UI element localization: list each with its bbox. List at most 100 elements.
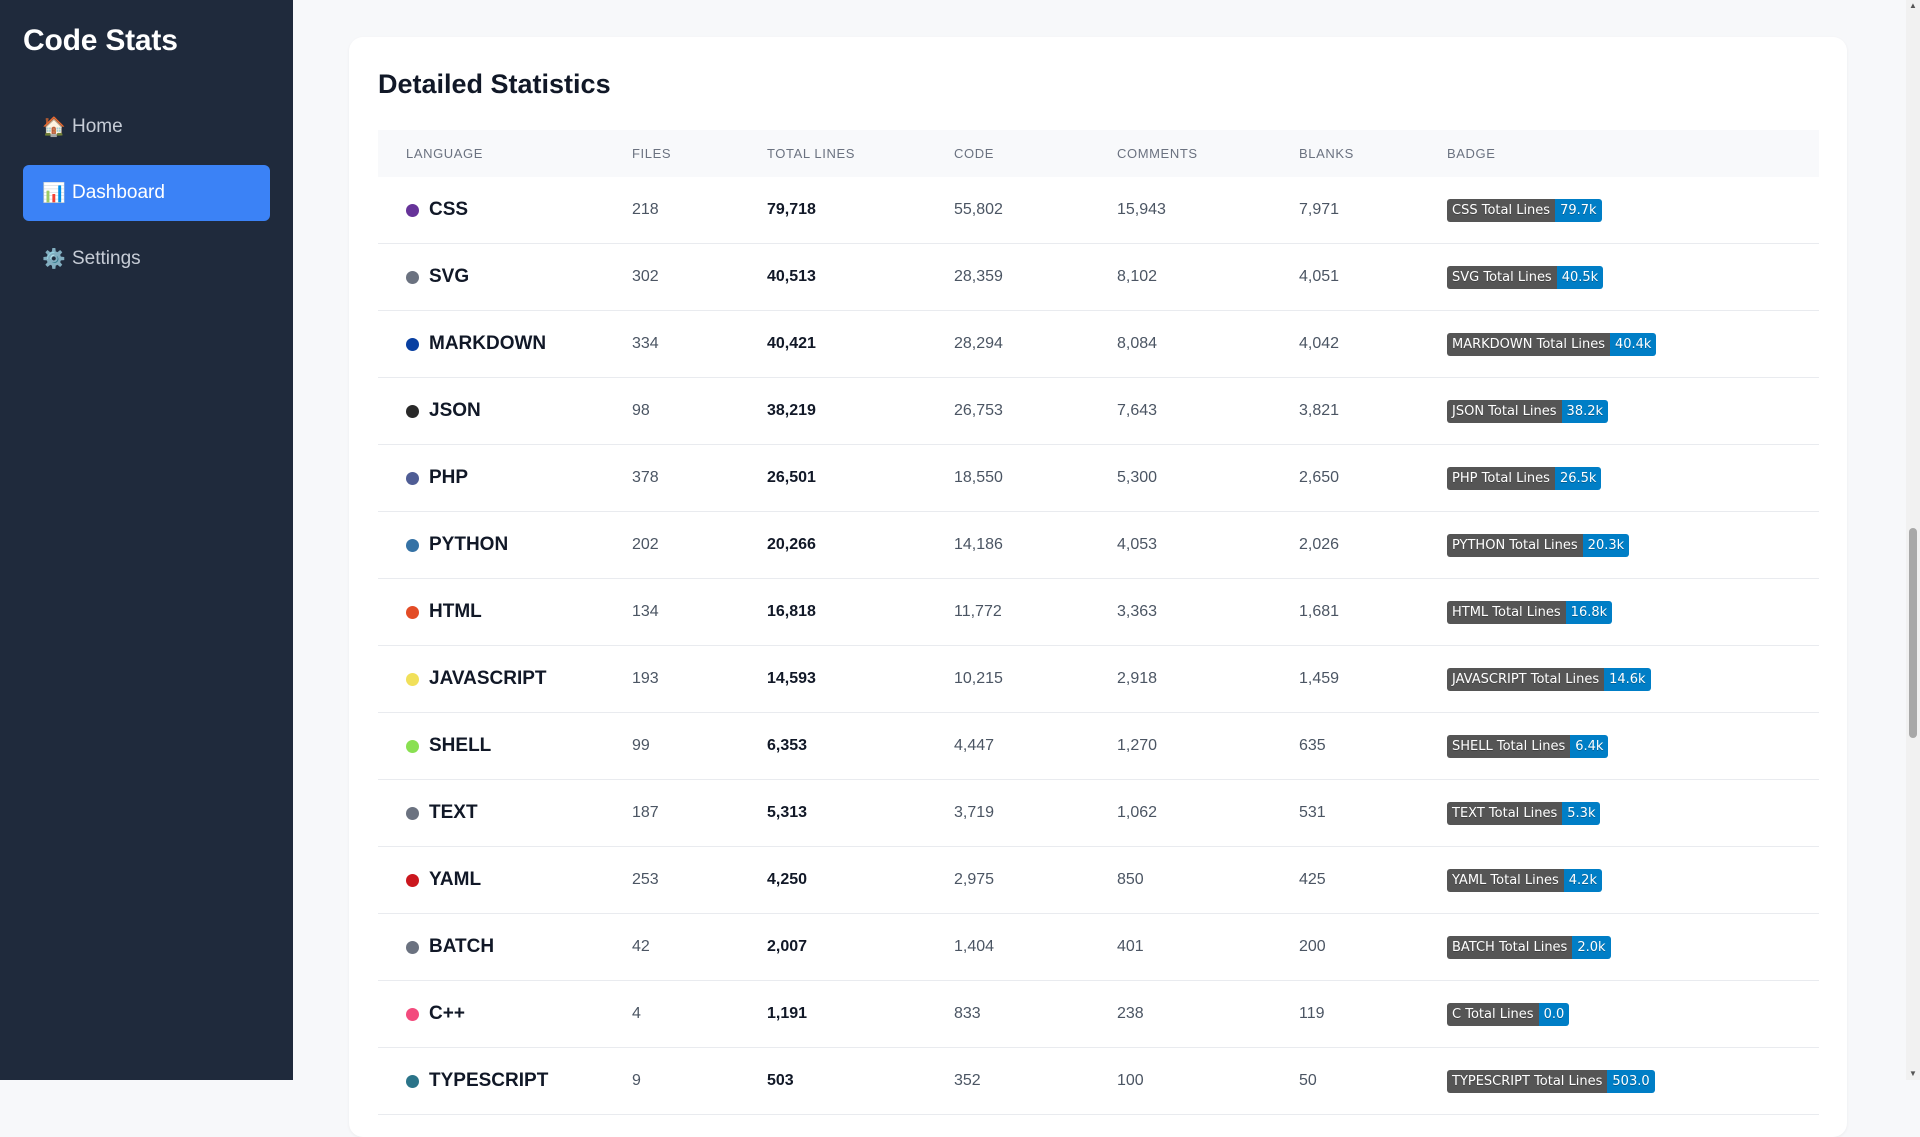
- table-row: JSON 98 38,219 26,753 7,643 3,821 JSON Total L…: [378, 378, 1819, 445]
- blanks-cell: 1,459: [1299, 670, 1340, 687]
- total-lines-badge: C Total Lines 0.0: [1447, 1002, 1570, 1026]
- badge-label: C Total Lines: [1447, 1002, 1539, 1026]
- code-cell: 26,753: [954, 402, 1003, 419]
- badge-value: 38.2k: [1561, 399, 1609, 423]
- code-cell: 28,294: [954, 335, 1003, 352]
- scrollbar-thumb[interactable]: [1909, 528, 1917, 738]
- comments-cell: 4,053: [1117, 536, 1158, 553]
- language-color-dot: [406, 672, 419, 686]
- total-lines-cell: 40,513: [767, 268, 816, 285]
- total-lines-cell: 16,818: [767, 603, 816, 620]
- badge-cell: HTML Total Lines 16.8k: [1447, 600, 1819, 624]
- badge-cell: JAVASCRIPT Total Lines 14.6k: [1447, 667, 1819, 691]
- badge-value: 2.0k: [1572, 935, 1611, 959]
- badge-label: SVG Total Lines: [1447, 265, 1557, 289]
- gear-icon: ⚙️: [42, 249, 66, 270]
- files-cell: 42: [632, 938, 650, 955]
- table-row: PHP 378 26,501 18,550 5,300 2,650 PHP Total Li…: [378, 445, 1819, 512]
- badge-cell: CSS Total Lines 79.7k: [1447, 198, 1819, 222]
- badge-label: BATCH Total Lines: [1447, 935, 1573, 959]
- blanks-cell: 635: [1299, 737, 1326, 754]
- files-cell: 193: [632, 670, 659, 687]
- table-header: LANGUAGE FILES TOTAL LINES CODE COMMENTS…: [378, 130, 1819, 177]
- language-name: MARKDOWN: [429, 333, 547, 354]
- badge-value: 40.4k: [1609, 332, 1657, 356]
- table-row: YAML 253 4,250 2,975 850 425 YAML Total Lines 4…: [378, 847, 1819, 914]
- table-row: TYPESCRIPT 9 503 352 100 50 TYPESCRIPT Total L…: [378, 1048, 1819, 1115]
- table-row: MARKDOWN 334 40,421 28,294 8,084 4,042 MARKDOW…: [378, 311, 1819, 378]
- total-lines-cell: 20,266: [767, 536, 816, 553]
- comments-cell: 8,102: [1117, 268, 1158, 285]
- language-name: PYTHON: [429, 534, 509, 555]
- badge-label: PYTHON Total Lines: [1447, 533, 1583, 557]
- scroll-down-arrow-icon[interactable]: ▼: [1909, 1070, 1917, 1078]
- files-cell: 302: [632, 268, 659, 285]
- sidebar-nav: 🏠 Home 📊 Dashboard ⚙️ Settings: [23, 99, 270, 297]
- column-header-comments: COMMENTS: [1117, 146, 1198, 161]
- badge-cell: PHP Total Lines 26.5k: [1447, 466, 1819, 490]
- vertical-scrollbar[interactable]: ▲ ▼: [1906, 0, 1920, 1080]
- code-cell: 11,772: [954, 603, 1002, 620]
- badge-value: 40.5k: [1556, 265, 1604, 289]
- statistics-card: Detailed Statistics LANGUAGE FILES TOTAL…: [349, 37, 1847, 1137]
- total-lines-cell: 40,421: [767, 335, 816, 352]
- bar-chart-icon: 📊: [42, 183, 66, 204]
- files-cell: 4: [632, 1005, 641, 1022]
- total-lines-badge: PHP Total Lines 26.5k: [1447, 466, 1602, 490]
- comments-cell: 7,643: [1117, 402, 1158, 419]
- language-cell: SVG: [378, 266, 632, 288]
- comments-cell: 8,084: [1117, 335, 1158, 352]
- language-name: CSS: [429, 199, 469, 220]
- language-cell: C++: [378, 1003, 632, 1025]
- table-row: BATCH 42 2,007 1,404 401 200 BATCH Total Lines…: [378, 914, 1819, 981]
- sidebar-item-settings[interactable]: ⚙️ Settings: [23, 231, 270, 287]
- badge-value: 6.4k: [1570, 734, 1609, 758]
- scroll-up-arrow-icon[interactable]: ▲: [1909, 2, 1917, 10]
- table-row: PYTHON 202 20,266 14,186 4,053 2,026 PYTHON To…: [378, 512, 1819, 579]
- comments-cell: 15,943: [1117, 201, 1166, 218]
- sidebar-item-dashboard[interactable]: 📊 Dashboard: [23, 165, 270, 221]
- statistics-table: LANGUAGE FILES TOTAL LINES CODE COMMENTS…: [378, 130, 1819, 1115]
- blanks-cell: 2,026: [1299, 536, 1340, 553]
- badge-cell: TYPESCRIPT Total Lines 503.0: [1447, 1069, 1819, 1093]
- files-cell: 98: [632, 402, 650, 419]
- language-color-dot: [406, 203, 419, 217]
- total-lines-cell: 26,501: [767, 469, 816, 486]
- files-cell: 99: [632, 737, 650, 754]
- badge-label: PHP Total Lines: [1447, 466, 1555, 490]
- total-lines-badge: YAML Total Lines 4.2k: [1447, 868, 1602, 892]
- language-cell: TEXT: [378, 802, 632, 824]
- badge-label: JSON Total Lines: [1447, 399, 1562, 423]
- language-color-dot: [406, 1074, 419, 1088]
- blanks-cell: 4,042: [1299, 335, 1340, 352]
- total-lines-cell: 6,353: [767, 737, 808, 754]
- files-cell: 218: [632, 201, 659, 218]
- code-cell: 833: [954, 1005, 981, 1022]
- total-lines-badge: MARKDOWN Total Lines 40.4k: [1447, 332, 1657, 356]
- table-row: SVG 302 40,513 28,359 8,102 4,051 SVG Total Li…: [378, 244, 1819, 311]
- language-cell: YAML: [378, 869, 632, 891]
- language-color-dot: [406, 739, 419, 753]
- code-cell: 2,975: [954, 871, 995, 888]
- comments-cell: 5,300: [1117, 469, 1158, 486]
- blanks-cell: 119: [1299, 1005, 1325, 1022]
- language-name: YAML: [429, 869, 482, 890]
- sidebar-item-home[interactable]: 🏠 Home: [23, 99, 270, 155]
- blanks-cell: 1,681: [1299, 603, 1340, 620]
- badge-cell: SVG Total Lines 40.5k: [1447, 265, 1819, 289]
- total-lines-badge: PYTHON Total Lines 20.3k: [1447, 533, 1630, 557]
- language-name: HTML: [429, 601, 482, 622]
- comments-cell: 238: [1117, 1005, 1144, 1022]
- badge-cell: TEXT Total Lines 5.3k: [1447, 801, 1819, 825]
- column-header-badge: BADGE: [1447, 146, 1496, 161]
- language-name: JSON: [429, 400, 481, 421]
- total-lines-cell: 2,007: [767, 938, 808, 955]
- total-lines-badge: HTML Total Lines 16.8k: [1447, 600, 1613, 624]
- language-cell: JAVASCRIPT: [378, 668, 632, 690]
- language-name: SHELL: [429, 735, 492, 756]
- badge-label: YAML Total Lines: [1447, 868, 1564, 892]
- code-cell: 3,719: [954, 804, 995, 821]
- sidebar-item-label: Settings: [72, 248, 141, 269]
- files-cell: 334: [632, 335, 659, 352]
- language-cell: JSON: [378, 400, 632, 422]
